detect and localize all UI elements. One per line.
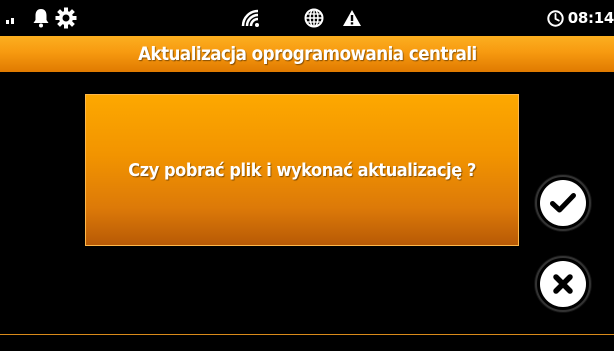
checkmark-icon bbox=[550, 193, 576, 213]
page-title: Aktualizacja oprogramowania centrali bbox=[137, 43, 477, 65]
confirm-button-face[interactable] bbox=[540, 180, 586, 226]
cancel-button-face[interactable] bbox=[540, 261, 586, 307]
screen: 08:14 Aktualizacja oprogramowania centra… bbox=[0, 0, 614, 351]
close-icon bbox=[553, 274, 573, 294]
confirmation-message-box: Czy pobrać plik i wykonać aktualizację ? bbox=[85, 94, 519, 246]
signal-icon bbox=[4, 6, 18, 30]
clock-icon bbox=[547, 9, 564, 27]
bottom-divider bbox=[0, 334, 614, 335]
clock: 08:14 bbox=[547, 6, 614, 30]
status-bar: 08:14 bbox=[0, 0, 614, 36]
confirmation-question: Czy pobrać plik i wykonać aktualizację ? bbox=[128, 159, 476, 181]
warning-icon bbox=[340, 6, 364, 30]
title-bar: Aktualizacja oprogramowania centrali bbox=[0, 36, 614, 72]
globe-icon bbox=[302, 6, 326, 30]
gear-icon[interactable] bbox=[54, 6, 78, 30]
clock-time: 08:14 bbox=[567, 9, 614, 27]
cancel-button[interactable] bbox=[535, 256, 591, 312]
bell-icon[interactable] bbox=[30, 6, 52, 30]
confirm-button[interactable] bbox=[535, 175, 591, 231]
wifi-icon bbox=[238, 6, 264, 30]
